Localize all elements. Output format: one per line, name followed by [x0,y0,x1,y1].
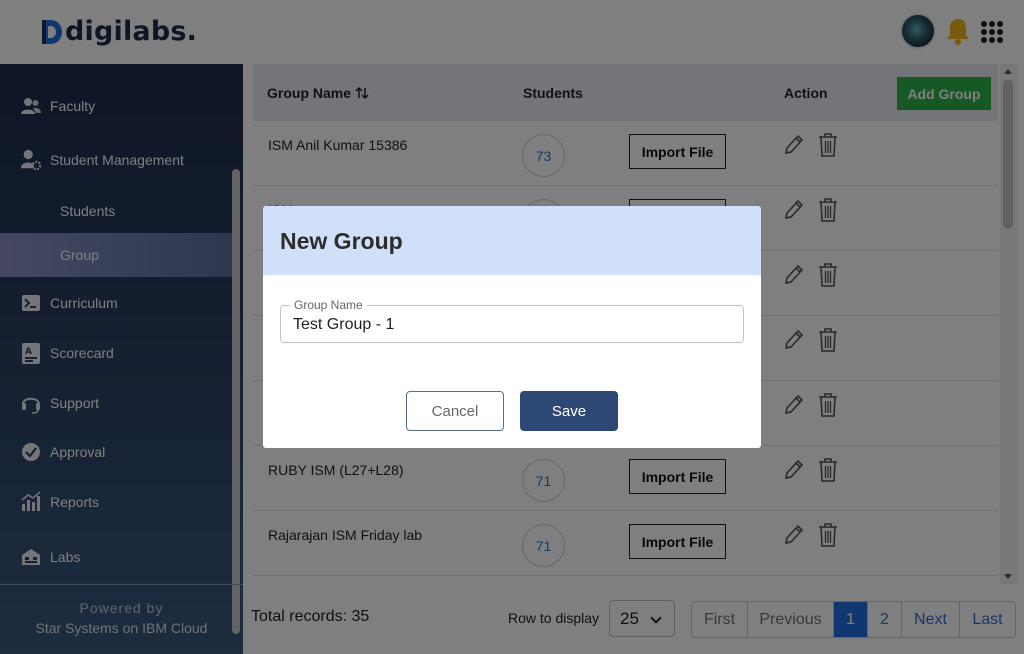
group-name-field[interactable]: Group Name Test Group - 1 [280,298,744,343]
cancel-button[interactable]: Cancel [406,391,504,431]
new-group-dialog: New Group Group Name Test Group - 1 Canc… [263,206,761,448]
group-name-label: Group Name [290,298,367,312]
group-name-input[interactable]: Test Group - 1 [293,316,394,334]
dialog-title: New Group [280,228,403,254]
dialog-header: New Group [263,206,761,275]
save-button[interactable]: Save [520,391,618,431]
